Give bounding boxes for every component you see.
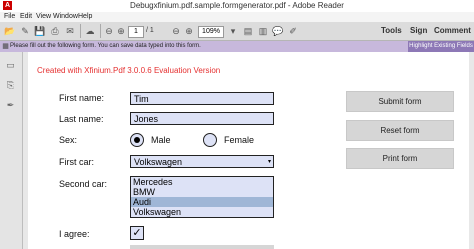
sign-link[interactable]: Sign: [410, 26, 427, 35]
list-option[interactable]: BMW: [131, 187, 273, 197]
highlight-fields-button[interactable]: Highlight Existing Fields: [408, 41, 474, 52]
first-car-label: First car:: [59, 157, 94, 167]
agree-checkbox[interactable]: ✓: [130, 226, 144, 240]
navigation-pane: ▭ ⎘ ✒: [0, 52, 23, 249]
sex-label: Sex:: [59, 135, 78, 145]
sex-male-label: Male: [151, 135, 171, 145]
forms-message-bar: ▦ Please fill out the following form. Yo…: [0, 41, 474, 52]
list-option-selected[interactable]: Audi: [131, 197, 273, 207]
last-name-label: Last name:: [59, 114, 104, 124]
list-option[interactable]: Volkswagen: [131, 207, 273, 217]
toolbar-separator: [100, 24, 101, 38]
sex-male-radio[interactable]: [130, 133, 144, 147]
agree-label: I agree:: [59, 229, 90, 239]
partial-form-button[interactable]: [130, 245, 274, 249]
comment-link[interactable]: Comment: [434, 26, 471, 35]
menu-help[interactable]: Help: [78, 13, 92, 20]
highlight-icon[interactable]: ✐: [287, 25, 299, 37]
toolbar: 📂 ✎ 💾 ⎙ ✉ ☁ ⊖ ⊕ 1 / 1 ⊖ ⊕ 109% ▾ ▤ ▥ 💬 ✐…: [0, 22, 474, 41]
list-option[interactable]: Mercedes: [131, 177, 273, 187]
last-name-field[interactable]: Jones: [130, 112, 274, 125]
first-name-field[interactable]: Tim: [130, 92, 274, 105]
reset-form-button[interactable]: Reset form: [346, 120, 454, 141]
first-car-dropdown[interactable]: Volkswagen ▾: [130, 155, 274, 168]
create-icon[interactable]: ✎: [19, 25, 31, 37]
submit-form-button[interactable]: Submit form: [346, 91, 454, 112]
forms-message: Please fill out the following form. You …: [10, 43, 201, 49]
first-car-value: Volkswagen: [134, 157, 183, 167]
radio-selected-dot: [134, 137, 140, 143]
second-car-label: Second car:: [59, 179, 108, 189]
title-bar: A Debugxfinium.pdf.sample.formgenerator.…: [0, 0, 474, 12]
sex-female-radio[interactable]: [203, 133, 217, 147]
fit-page-icon[interactable]: ▤: [242, 25, 254, 37]
menu-bar: File Edit View Window Help: [0, 12, 474, 22]
next-page-icon[interactable]: ⊕: [115, 25, 127, 37]
previous-page-icon[interactable]: ⊖: [103, 25, 115, 37]
email-icon[interactable]: ✉: [64, 25, 76, 37]
page-number-input[interactable]: 1: [128, 26, 144, 38]
sex-female-label: Female: [224, 135, 255, 145]
cloud-icon[interactable]: ☁: [84, 25, 96, 37]
zoom-in-icon[interactable]: ⊕: [183, 25, 195, 37]
chevron-down-icon[interactable]: ▾: [227, 25, 239, 37]
first-name-label: First name:: [59, 93, 105, 103]
menu-view[interactable]: View: [36, 13, 51, 20]
toolbar-separator: [80, 24, 81, 38]
second-car-listbox[interactable]: Mercedes BMW Audi Volkswagen: [130, 176, 274, 218]
page-total: / 1: [146, 27, 154, 34]
window-title: Debugxfinium.pdf.sample.formgenerator.pd…: [130, 1, 344, 10]
save-icon[interactable]: 💾: [34, 25, 46, 37]
evaluation-watermark: Created with Xfinium.Pdf 3.0.0.6 Evaluat…: [37, 66, 221, 75]
signatures-icon[interactable]: ✒: [5, 100, 16, 111]
open-icon[interactable]: 📂: [4, 25, 16, 37]
scrollbar[interactable]: [469, 52, 474, 249]
zoom-select[interactable]: 109%: [198, 26, 224, 38]
print-icon[interactable]: ⎙: [49, 25, 61, 37]
print-form-button[interactable]: Print form: [346, 148, 454, 169]
pages-icon[interactable]: ▭: [5, 60, 16, 71]
menu-file[interactable]: File: [4, 13, 15, 20]
form-info-icon: ▦: [2, 43, 9, 50]
fit-width-icon[interactable]: ▥: [257, 25, 269, 37]
attachments-icon[interactable]: ⎘: [5, 80, 16, 91]
tools-link[interactable]: Tools: [381, 26, 402, 35]
dropdown-arrow-icon[interactable]: ▾: [268, 156, 271, 169]
menu-edit[interactable]: Edit: [20, 13, 32, 20]
comment-bubble-icon[interactable]: 💬: [272, 25, 284, 37]
menu-window[interactable]: Window: [53, 13, 78, 20]
zoom-out-icon[interactable]: ⊖: [170, 25, 182, 37]
